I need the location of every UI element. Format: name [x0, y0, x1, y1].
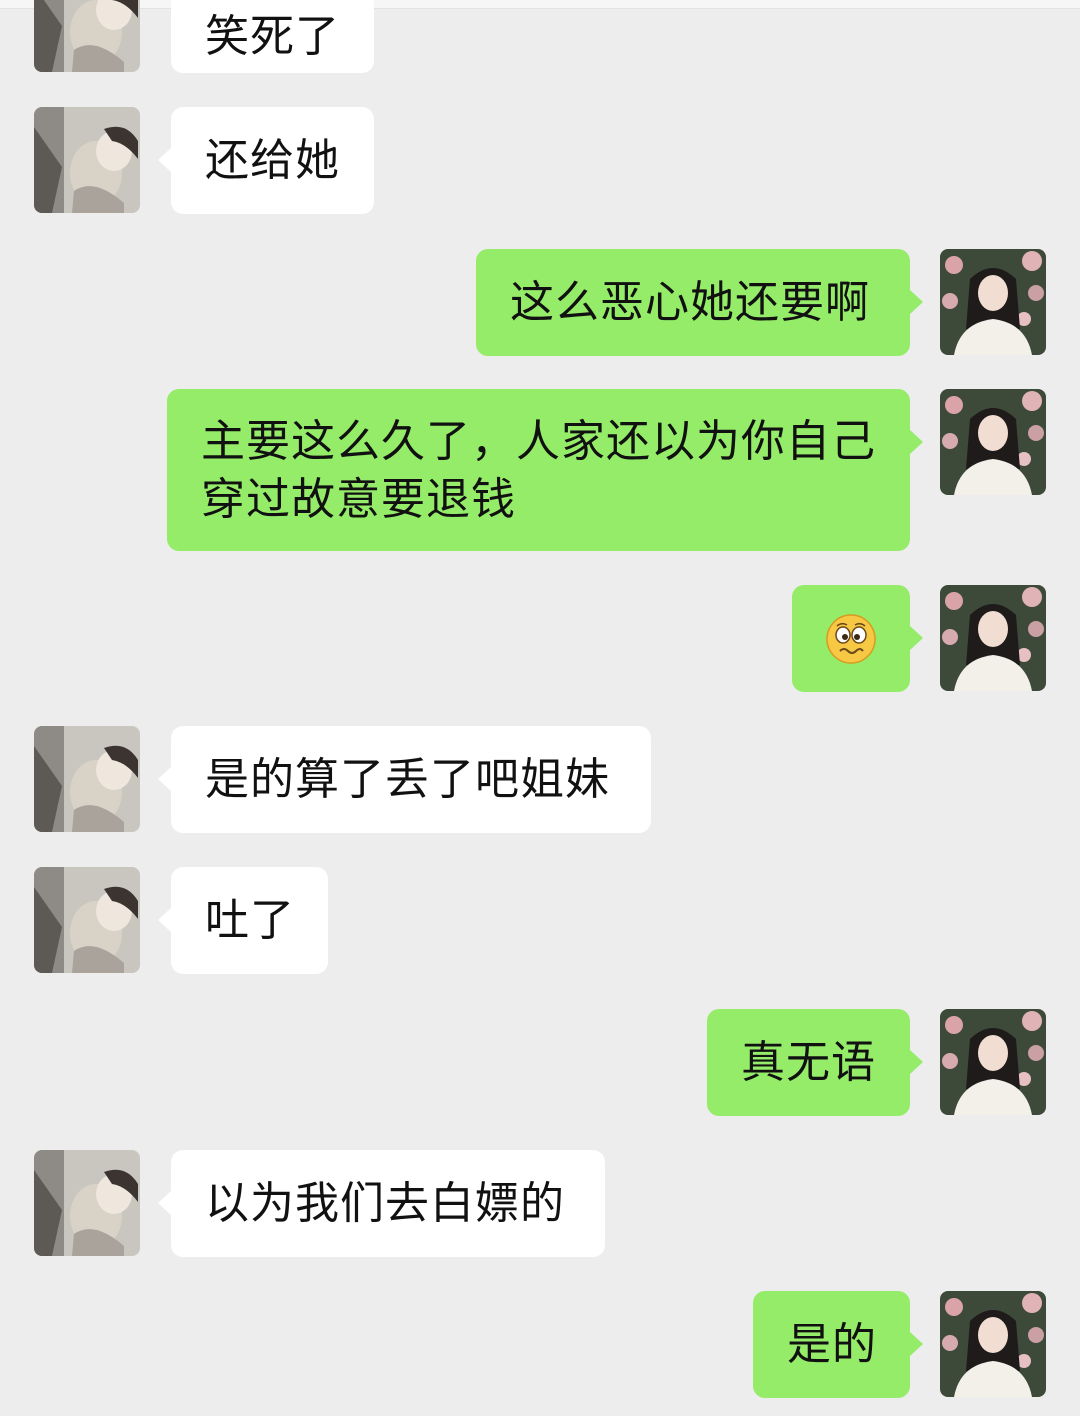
contact-avatar[interactable]	[34, 726, 140, 832]
contact-avatar[interactable]	[34, 1150, 140, 1256]
message-text: 以为我们去白嫖的	[205, 1177, 565, 1229]
message-text: 主要这么久了，人家还以为你自己穿过故意要退钱	[201, 416, 876, 525]
contact-avatar-image	[34, 1150, 140, 1256]
contact-avatar-image	[34, 726, 140, 832]
message-bubble-outgoing[interactable]: 真无语	[707, 1009, 910, 1116]
contact-avatar-image	[34, 107, 140, 213]
self-avatar[interactable]	[940, 1009, 1046, 1115]
message-text: 这么恶心她还要啊	[510, 276, 870, 328]
message-bubble-outgoing[interactable]: 主要这么久了，人家还以为你自己穿过故意要退钱	[167, 389, 910, 551]
self-avatar-image	[940, 585, 1046, 691]
self-avatar[interactable]	[940, 1291, 1046, 1397]
bubble-tail	[158, 767, 171, 791]
message-bubble-incoming[interactable]: 是的算了丢了吧姐妹	[171, 726, 651, 833]
message-bubble-outgoing[interactable]: 这么恶心她还要啊	[476, 249, 910, 356]
message-bubble-incoming[interactable]: 还给她	[171, 107, 374, 214]
bubble-tail	[910, 290, 923, 314]
message-bubble-incoming[interactable]: 以为我们去白嫖的	[171, 1150, 605, 1257]
bubble-tail	[158, 1191, 171, 1215]
contact-avatar[interactable]	[34, 0, 140, 72]
message-bubble-incoming[interactable]: 笑死了	[171, 0, 374, 73]
message-text: 是的	[787, 1318, 877, 1370]
bubble-tail	[158, 148, 171, 172]
self-avatar-image	[940, 1291, 1046, 1397]
self-avatar-image	[940, 389, 1046, 495]
self-avatar-image	[940, 249, 1046, 355]
message-bubble-outgoing[interactable]: 是的	[753, 1291, 910, 1398]
message-text: 吐了	[205, 894, 295, 946]
chat-message-list: 笑死了 还给她 这么恶心她还要啊 主要这么久了，人家还以为你自己穿过故意要退钱 …	[0, 0, 1080, 1416]
message-text: 真无语	[741, 1036, 876, 1088]
bubble-tail	[910, 430, 923, 454]
self-avatar[interactable]	[940, 389, 1046, 495]
bubble-tail	[910, 626, 923, 650]
woozy-face-emoji	[826, 613, 876, 664]
bubble-tail	[910, 1332, 923, 1356]
contact-avatar-image	[34, 0, 140, 72]
self-avatar[interactable]	[940, 249, 1046, 355]
self-avatar[interactable]	[940, 585, 1046, 691]
message-bubble-outgoing[interactable]	[792, 585, 910, 692]
contact-avatar[interactable]	[34, 867, 140, 973]
self-avatar-image	[940, 1009, 1046, 1115]
bubble-tail	[910, 1050, 923, 1074]
message-text: 还给她	[205, 134, 340, 186]
message-text: 笑死了	[205, 10, 340, 62]
message-bubble-incoming[interactable]: 吐了	[171, 867, 328, 974]
contact-avatar[interactable]	[34, 107, 140, 213]
bubble-tail	[158, 908, 171, 932]
message-text: 是的算了丢了吧姐妹	[205, 753, 610, 805]
contact-avatar-image	[34, 867, 140, 973]
